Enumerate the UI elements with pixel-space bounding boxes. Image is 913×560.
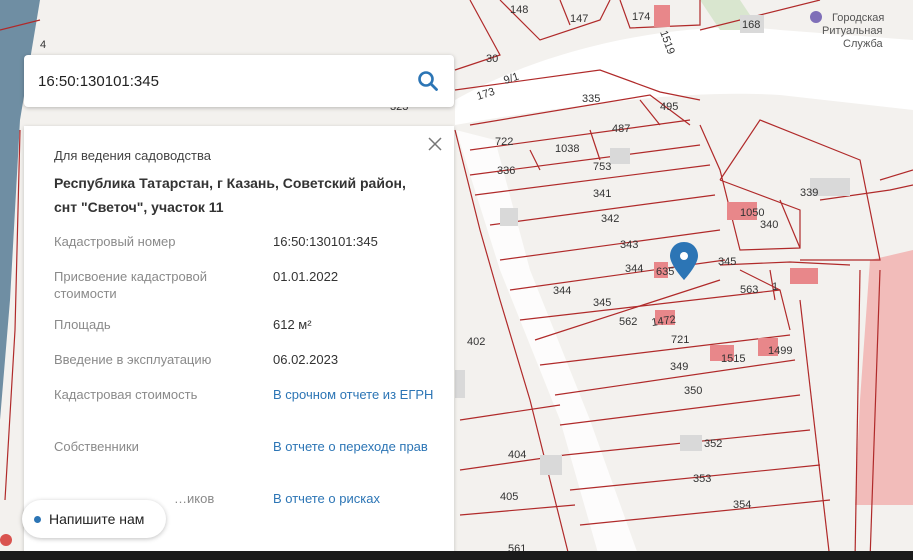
svg-text:1515: 1515 xyxy=(721,353,745,365)
row-assessment-date: Присвоение кадастровой стоимости 01.01.2… xyxy=(54,268,424,316)
svg-text:350: 350 xyxy=(684,385,702,397)
row-owners: Собственники В отчете о переходе прав xyxy=(54,438,428,490)
poi-label-line3: Служба xyxy=(843,38,884,50)
close-icon xyxy=(428,137,442,151)
svg-text:168: 168 xyxy=(742,19,760,31)
svg-text:354: 354 xyxy=(733,499,751,511)
svg-text:353: 353 xyxy=(693,473,711,485)
svg-text:30: 30 xyxy=(486,53,498,65)
svg-text:343: 343 xyxy=(620,239,638,251)
commissioning-label: Введение в эксплуатацию xyxy=(54,352,212,367)
svg-text:335: 335 xyxy=(582,93,600,105)
svg-text:344: 344 xyxy=(553,285,571,297)
svg-text:721: 721 xyxy=(671,334,689,346)
svg-text:753: 753 xyxy=(593,161,611,173)
map-marker-icon[interactable] xyxy=(0,534,12,546)
svg-text:352: 352 xyxy=(704,438,722,450)
cadastral-number-value: 16:50:130101:345 xyxy=(273,234,378,249)
svg-text:404: 404 xyxy=(508,449,526,461)
svg-text:339: 339 xyxy=(800,187,818,199)
row-cadastral-value: Кадастровая стоимость В срочном отчете и… xyxy=(54,386,433,438)
svg-text:349: 349 xyxy=(670,361,688,373)
svg-text:1038: 1038 xyxy=(555,143,579,155)
assessment-date-label: Присвоение кадастровой стоимости xyxy=(54,269,208,301)
row-area: Площадь 612 м² xyxy=(54,316,424,351)
commissioning-value: 06.02.2023 xyxy=(273,352,339,367)
svg-text:148: 148 xyxy=(510,4,528,16)
owners-label: Собственники xyxy=(54,439,139,454)
poi-label-line2: Ритуальная xyxy=(822,25,882,37)
cadastral-number-label: Кадастровый номер xyxy=(54,234,176,249)
svg-text:1050: 1050 xyxy=(740,207,764,219)
svg-text:635: 635 xyxy=(656,266,674,278)
svg-text:344: 344 xyxy=(625,263,643,275)
search-bar[interactable]: 16:50:130101:345 xyxy=(24,55,454,107)
svg-text:342: 342 xyxy=(601,213,619,225)
close-button[interactable] xyxy=(426,135,444,153)
area-value: 612 м² xyxy=(273,317,312,332)
poi-icon xyxy=(810,11,822,23)
row-commissioning: Введение в эксплуатацию 06.02.2023 xyxy=(54,351,424,386)
risks-link[interactable]: В отчете о рисках xyxy=(273,490,443,507)
owners-link[interactable]: В отчете о переходе прав xyxy=(273,438,443,455)
area-label: Площадь xyxy=(54,317,111,332)
svg-text:341: 341 xyxy=(593,188,611,200)
search-button[interactable] xyxy=(414,67,442,95)
assessment-date-value: 01.01.2022 xyxy=(273,269,339,284)
poi-label-line1: Городская xyxy=(832,12,884,24)
chat-button-label: Напишите нам xyxy=(49,511,145,527)
svg-text:722: 722 xyxy=(495,136,513,148)
svg-text:487: 487 xyxy=(612,123,630,135)
land-purpose: Для ведения садоводства xyxy=(54,148,211,163)
svg-text:4: 4 xyxy=(40,39,46,51)
svg-text:405: 405 xyxy=(500,491,518,503)
cadastral-value-label: Кадастровая стоимость xyxy=(54,387,198,402)
cadastral-value-link[interactable]: В срочном отчете из ЕГРН xyxy=(273,386,443,403)
svg-text:1499: 1499 xyxy=(768,345,792,357)
svg-text:345: 345 xyxy=(718,256,736,268)
svg-text:345: 345 xyxy=(593,297,611,309)
svg-text:402: 402 xyxy=(467,336,485,348)
svg-text:174: 174 xyxy=(632,11,650,23)
parcel-info-panel: Для ведения садоводства Республика Татар… xyxy=(24,126,454,560)
svg-text:562: 562 xyxy=(619,316,637,328)
row-cadastral-number: Кадастровый номер 16:50:130101:345 xyxy=(54,233,424,268)
svg-text:336: 336 xyxy=(497,165,515,177)
taskbar-strip xyxy=(0,551,913,560)
svg-text:340: 340 xyxy=(760,219,778,231)
svg-text:1: 1 xyxy=(772,281,778,293)
svg-text:563: 563 xyxy=(740,284,758,296)
parcel-address: Республика Татарстан, г Казань, Советски… xyxy=(54,175,406,215)
svg-text:147: 147 xyxy=(570,13,588,25)
chat-button[interactable]: Напишите нам xyxy=(22,500,166,538)
search-input[interactable]: 16:50:130101:345 xyxy=(38,73,414,90)
search-icon xyxy=(418,71,438,91)
chat-dot-icon xyxy=(34,515,41,523)
svg-text:495: 495 xyxy=(660,101,678,113)
